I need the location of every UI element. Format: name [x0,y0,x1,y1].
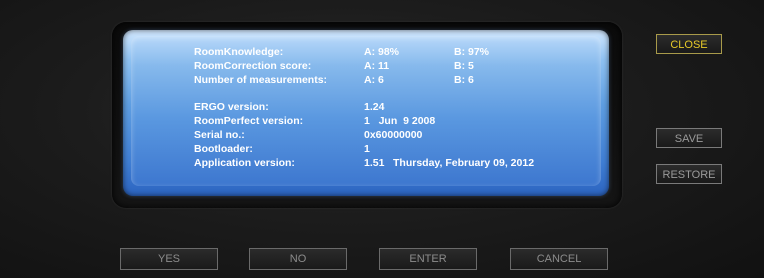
roomperfect-version-label: RoomPerfect version: [194,115,304,127]
room-knowledge-b: B: 97% [454,46,490,58]
ergo-version-label: ERGO version: [194,101,269,113]
cancel-button[interactable]: CANCEL [510,248,608,270]
room-correction-label: RoomCorrection score: [194,60,312,72]
serial-value: 0x60000000 [364,129,423,141]
measurements-b: B: 6 [454,74,474,86]
save-button[interactable]: SAVE [656,128,722,148]
room-correction-a: A: 11 [364,60,390,72]
serial-label: Serial no.: [194,129,245,141]
app-version-value: 1.51 [364,157,385,169]
no-button[interactable]: NO [249,248,347,270]
roomperfect-version-value: 1 Jun 9 2008 [364,115,436,127]
app-window: RoomKnowledge: A: 98% B: 97% RoomCorrect… [0,0,764,278]
close-button[interactable]: CLOSE [656,34,722,54]
enter-button[interactable]: ENTER [379,248,477,270]
room-correction-b: B: 5 [454,60,474,72]
bootloader-label: Bootloader: [194,143,253,155]
room-knowledge-a: A: 98% [364,46,400,58]
ergo-version-value: 1.24 [364,101,385,113]
app-version-label: Application version: [194,157,295,169]
measurements-label: Number of measurements: [194,74,328,86]
room-knowledge-label: RoomKnowledge: [194,46,284,58]
restore-button[interactable]: RESTORE [656,164,722,184]
bootloader-value: 1 [364,143,370,155]
app-version-date: Thursday, February 09, 2012 [393,157,535,169]
yes-button[interactable]: YES [120,248,218,270]
measurements-a: A: 6 [364,74,384,86]
